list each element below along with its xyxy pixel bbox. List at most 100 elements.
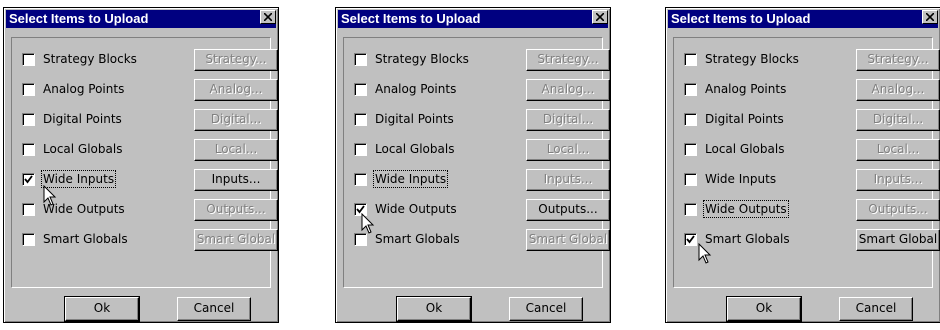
close-icon — [926, 13, 934, 21]
item-label: Wide Outputs — [375, 202, 457, 216]
analog-button[interactable]: Analog... — [856, 79, 940, 101]
list-item: Smart Globals Smart Global — [22, 229, 278, 251]
list-item: Digital Points Digital... — [22, 109, 278, 131]
item-label: Wide Inputs — [372, 170, 449, 188]
smart-global-button[interactable]: Smart Global — [194, 229, 278, 251]
analog-button[interactable]: Analog... — [194, 79, 278, 101]
item-label: Wide Inputs — [705, 172, 777, 186]
list-item: Strategy Blocks Strategy... — [354, 49, 610, 71]
list-item: Wide Outputs Outputs... — [354, 199, 610, 221]
digital-points-checkbox[interactable] — [22, 113, 35, 126]
list-item: Digital Points Digital... — [684, 109, 940, 131]
smart-global-button[interactable]: Smart Global — [526, 229, 610, 251]
wide-outputs-checkbox[interactable] — [22, 203, 35, 216]
dialog-3: Select Items to Upload Strategy Blocks S… — [665, 7, 940, 323]
strategy-blocks-checkbox[interactable] — [354, 53, 367, 66]
item-label: Smart Globals — [705, 232, 790, 246]
digital-button[interactable]: Digital... — [194, 109, 278, 131]
digital-button[interactable]: Digital... — [526, 109, 610, 131]
checkmark-icon — [24, 175, 33, 184]
digital-points-checkbox[interactable] — [684, 113, 697, 126]
ok-button[interactable]: Ok — [726, 296, 802, 322]
cancel-button[interactable]: Cancel — [177, 297, 251, 321]
wide-inputs-checkbox[interactable] — [354, 173, 367, 186]
list-item: Strategy Blocks Strategy... — [684, 49, 940, 71]
item-label: Digital Points — [705, 112, 784, 126]
list-item: Smart Globals Smart Global — [354, 229, 610, 251]
close-icon — [264, 13, 272, 21]
ok-button[interactable]: Ok — [64, 296, 140, 322]
strategy-button[interactable]: Strategy... — [856, 49, 940, 71]
items-panel: Strategy Blocks Strategy... Analog Point… — [673, 37, 940, 288]
outputs-button[interactable]: Outputs... — [526, 199, 610, 221]
list-item: Wide Inputs Inputs... — [684, 169, 940, 191]
dialog-2: Select Items to Upload Strategy Blocks S… — [335, 7, 611, 323]
item-label: Analog Points — [705, 82, 787, 96]
local-globals-checkbox[interactable] — [354, 143, 367, 156]
list-item: Digital Points Digital... — [354, 109, 610, 131]
inputs-button[interactable]: Inputs... — [194, 169, 278, 191]
list-item: Analog Points Analog... — [684, 79, 940, 101]
strategy-blocks-checkbox[interactable] — [22, 53, 35, 66]
wide-outputs-checkbox[interactable] — [684, 203, 697, 216]
items-panel: Strategy Blocks Strategy... Analog Point… — [11, 37, 278, 288]
wide-inputs-checkbox[interactable] — [22, 173, 35, 186]
analog-points-checkbox[interactable] — [354, 83, 367, 96]
local-button[interactable]: Local... — [856, 139, 940, 161]
local-globals-checkbox[interactable] — [684, 143, 697, 156]
item-label: Digital Points — [43, 112, 122, 126]
outputs-button[interactable]: Outputs... — [856, 199, 940, 221]
list-item: Local Globals Local... — [354, 139, 610, 161]
wide-inputs-checkbox[interactable] — [684, 173, 697, 186]
analog-points-checkbox[interactable] — [684, 83, 697, 96]
close-button[interactable] — [922, 10, 938, 24]
cancel-button[interactable]: Cancel — [509, 297, 583, 321]
items-panel: Strategy Blocks Strategy... Analog Point… — [343, 37, 610, 288]
outputs-button[interactable]: Outputs... — [194, 199, 278, 221]
mouse-pointer-icon — [361, 213, 375, 234]
digital-button[interactable]: Digital... — [856, 109, 940, 131]
close-button[interactable] — [260, 10, 276, 24]
cancel-button[interactable]: Cancel — [839, 297, 913, 321]
close-icon — [596, 13, 604, 21]
checkmark-icon — [686, 235, 695, 244]
ok-button[interactable]: Ok — [396, 296, 472, 322]
digital-points-checkbox[interactable] — [354, 113, 367, 126]
analog-points-checkbox[interactable] — [22, 83, 35, 96]
list-item: Analog Points Analog... — [22, 79, 278, 101]
list-item: Smart Globals Smart Global — [684, 229, 940, 251]
mouse-pointer-icon — [43, 185, 57, 206]
item-label: Local Globals — [375, 142, 455, 156]
list-item: Local Globals Local... — [22, 139, 278, 161]
analog-button[interactable]: Analog... — [526, 79, 610, 101]
local-button[interactable]: Local... — [194, 139, 278, 161]
inputs-button[interactable]: Inputs... — [526, 169, 610, 191]
strategy-blocks-checkbox[interactable] — [684, 53, 697, 66]
item-label: Wide Inputs — [40, 170, 117, 188]
list-item: Wide Outputs Outputs... — [22, 199, 278, 221]
list-item: Wide Inputs Inputs... — [354, 169, 610, 191]
item-label: Smart Globals — [375, 232, 460, 246]
inputs-button[interactable]: Inputs... — [856, 169, 940, 191]
item-label: Analog Points — [43, 82, 125, 96]
dialog-title: Select Items to Upload — [6, 10, 276, 28]
smart-globals-checkbox[interactable] — [684, 233, 697, 246]
local-button[interactable]: Local... — [526, 139, 610, 161]
list-item: Wide Outputs Outputs... — [684, 199, 940, 221]
local-globals-checkbox[interactable] — [22, 143, 35, 156]
dialog-title: Select Items to Upload — [338, 10, 608, 28]
item-label: Strategy Blocks — [705, 52, 799, 66]
strategy-button[interactable]: Strategy... — [194, 49, 278, 71]
item-label: Wide Outputs — [703, 200, 789, 218]
strategy-button[interactable]: Strategy... — [526, 49, 610, 71]
dialog-1: Select Items to Upload Strategy Blocks S… — [3, 7, 279, 323]
list-item: Local Globals Local... — [684, 139, 940, 161]
list-item: Analog Points Analog... — [354, 79, 610, 101]
smart-globals-checkbox[interactable] — [22, 233, 35, 246]
list-item: Wide Inputs Inputs... — [22, 169, 278, 191]
item-label: Strategy Blocks — [43, 52, 137, 66]
item-label: Local Globals — [43, 142, 123, 156]
mouse-pointer-icon — [698, 243, 712, 264]
close-button[interactable] — [592, 10, 608, 24]
smart-global-button[interactable]: Smart Global — [856, 229, 940, 251]
